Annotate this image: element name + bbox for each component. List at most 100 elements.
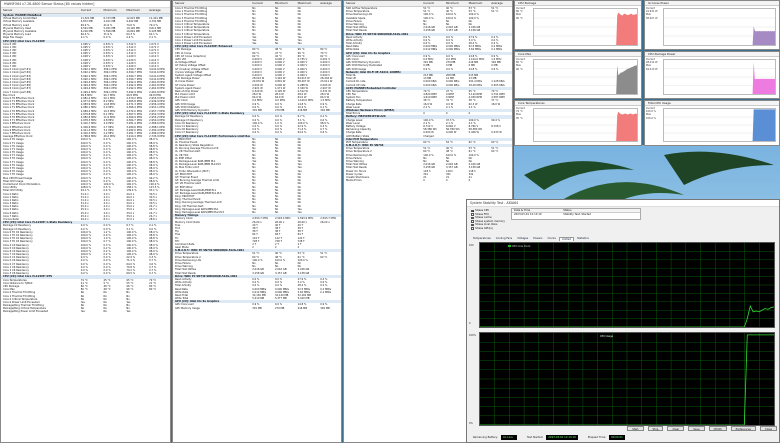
sensor-current: 391 MB [252, 306, 262, 310]
sensor-minimum: 0 [445, 112, 448, 116]
stop-button[interactable]: Stop [647, 426, 664, 431]
col-maximum[interactable]: Maximum [124, 8, 147, 13]
remaining-battery-value: AC Line [500, 434, 517, 440]
graph-svg [664, 61, 775, 94]
stability-status-bar: Remaining Battery: AC Line Test Started:… [467, 432, 779, 442]
sensor-current: 391 MB [252, 109, 262, 112]
save-button[interactable]: Save [688, 426, 705, 431]
graph-title: CPU Package Power [645, 52, 779, 57]
graph-side-values: Current 80 °C Max 96 °C [516, 58, 525, 71]
checkbox[interactable] [471, 223, 474, 227]
graph-series-area [534, 12, 637, 45]
sensor-average [318, 272, 341, 275]
checkbox[interactable] [471, 209, 474, 213]
col-current[interactable]: Current [79, 8, 102, 13]
col-maximum[interactable]: Maximum [296, 1, 319, 6]
col-sensor[interactable]: Sensor [173, 1, 250, 6]
sensor-current: 3,158 GB [252, 271, 264, 275]
graph-panel[interactable]: Core Temperatures Current 79 °C Max 95 °C [514, 100, 642, 146]
graph-side-values: Current 79 °C Max 95 °C [516, 107, 525, 120]
sensor-average [489, 106, 512, 109]
tab-unified[interactable]: Unified [558, 237, 575, 241]
info-status-value: Stability Test: Started [563, 213, 592, 216]
graph-plot [533, 8, 638, 46]
sensor-average: 0.305 KB/s [491, 83, 505, 87]
sensor-maximum: 3,158 GB [468, 29, 481, 33]
graph-series-area [534, 65, 637, 94]
cpu-usage-graph: CPU Usage [479, 332, 775, 426]
hwinfo-right-rows: SSD Airflow Temperature 51 °C 40 °C 53 °C 51… [344, 7, 512, 182]
graph-panel[interactable]: Core Max Current 80 °C Max 96 °C [514, 51, 642, 99]
info-head-status: Status [563, 209, 572, 212]
unified-graph: CPU Core Clock [479, 242, 775, 328]
tab-voltages[interactable]: Voltages [515, 237, 530, 241]
sensor-average [318, 42, 341, 45]
info-date-value: 2023-03-01 12:13:19 [514, 213, 542, 216]
sensor-average: 0.6 % [320, 131, 328, 135]
tab-cooling-fans[interactable]: Cooling Fans [494, 237, 514, 241]
sensor-row[interactable]: Package/Ring Power Limit Exceeded Yes No Ye… [1, 310, 170, 313]
sensor-maximum: 62 °C [468, 140, 476, 144]
checkbox[interactable] [471, 213, 474, 216]
graph-svg [534, 12, 637, 45]
tab-clocks[interactable]: Clocks [545, 237, 557, 241]
graph-panel[interactable]: CPU Package Power Current 28.012 W Max 64.0… [644, 51, 780, 99]
graph-title: Core Temperatures [515, 101, 641, 106]
graph1-legend: CPU Core Clock [508, 245, 530, 248]
col-current[interactable]: Current [421, 1, 444, 6]
hwinfo-title: HWiNFO64 v7.26-4800 Sensor Status [80 va… [1, 1, 170, 8]
sensor-average [489, 112, 512, 115]
clear-button[interactable]: Clear [667, 426, 685, 431]
checkbox[interactable] [471, 227, 474, 231]
sensor-current: Yes [252, 42, 257, 46]
sensor-minimum: 2 [274, 246, 277, 250]
start-button[interactable]: Start [627, 426, 644, 431]
tab-temperatures[interactable]: Temperatures [471, 237, 493, 241]
col-minimum[interactable]: Minimum [444, 1, 467, 6]
hwinfo-left-rows: System: HUAWEI MateBook Virtual Memory Co… [1, 14, 170, 314]
col-sensor[interactable]: Sensor [1, 8, 79, 13]
sensor-maximum: 3,158 GB [297, 271, 310, 275]
checkbox[interactable] [471, 216, 474, 220]
tab-powers[interactable]: Powers [531, 237, 544, 241]
sensor-average: 28.6 x [149, 218, 158, 221]
tab-statistics[interactable]: Statistics [575, 237, 591, 241]
graph-plot [663, 59, 776, 95]
preferences-button[interactable]: Preferences [730, 426, 756, 431]
col-maximum[interactable]: Maximum [467, 1, 490, 6]
sensor-row[interactable]: Media Errors 0 0 0 [344, 179, 512, 182]
legend-swatch [508, 245, 511, 247]
sensor-minimum: 8.0 x [103, 218, 110, 221]
stress-check[interactable]: Stress GPU(s) [471, 227, 505, 231]
stability-title: System Stability Test - AIDA64 [467, 200, 779, 207]
cpuid-button[interactable]: CPUID [708, 426, 727, 431]
sensor-current: Charged [423, 134, 434, 138]
checkbox[interactable] [471, 220, 474, 223]
graph-panel[interactable]: CPU Package Current 80 °C Max 96 °C [514, 0, 642, 50]
col-minimum[interactable]: Minimum [102, 8, 125, 13]
sensor-average: 0.7 % [149, 272, 157, 276]
sensor-minimum: No [274, 211, 279, 214]
graph-panel[interactable]: IA Cores Power Current 22.631 W Max 58.407 … [644, 0, 780, 50]
sensor-average: 392 MB [320, 306, 330, 310]
graph-plot [533, 59, 638, 95]
sensor-name: GPU Memory Usage [175, 306, 200, 310]
graph-series-area [664, 61, 775, 94]
sensor-row[interactable]: GPU Memory Usage 391 MB 279 MB 416 MB 392 MB [173, 307, 341, 310]
col-sensor[interactable]: Sensor [344, 1, 421, 6]
sensor-average [489, 135, 512, 138]
graph-title: Total CPU Usage [645, 101, 779, 106]
col-current[interactable]: Current [250, 1, 273, 6]
col-minimum[interactable]: Minimum [273, 1, 296, 6]
close-button[interactable]: Close [759, 426, 777, 431]
graph-series-area [534, 111, 637, 141]
sensor-name: Media Errors [346, 179, 362, 183]
sensor-minimum: 0.0 % [103, 272, 111, 276]
graph-side-values: Current 22.631 W Max 58.407 W [646, 7, 658, 20]
graph-panel[interactable]: Total CPU Usage Current 100.0 % Max 100.0 % [644, 100, 780, 146]
col-average[interactable]: Average [318, 1, 341, 6]
col-average[interactable]: Average [489, 1, 512, 6]
sensor-current: 0.0 % [80, 272, 88, 276]
sensor-minimum: 5,377 MB [274, 297, 287, 301]
col-average[interactable]: Average [147, 8, 170, 13]
